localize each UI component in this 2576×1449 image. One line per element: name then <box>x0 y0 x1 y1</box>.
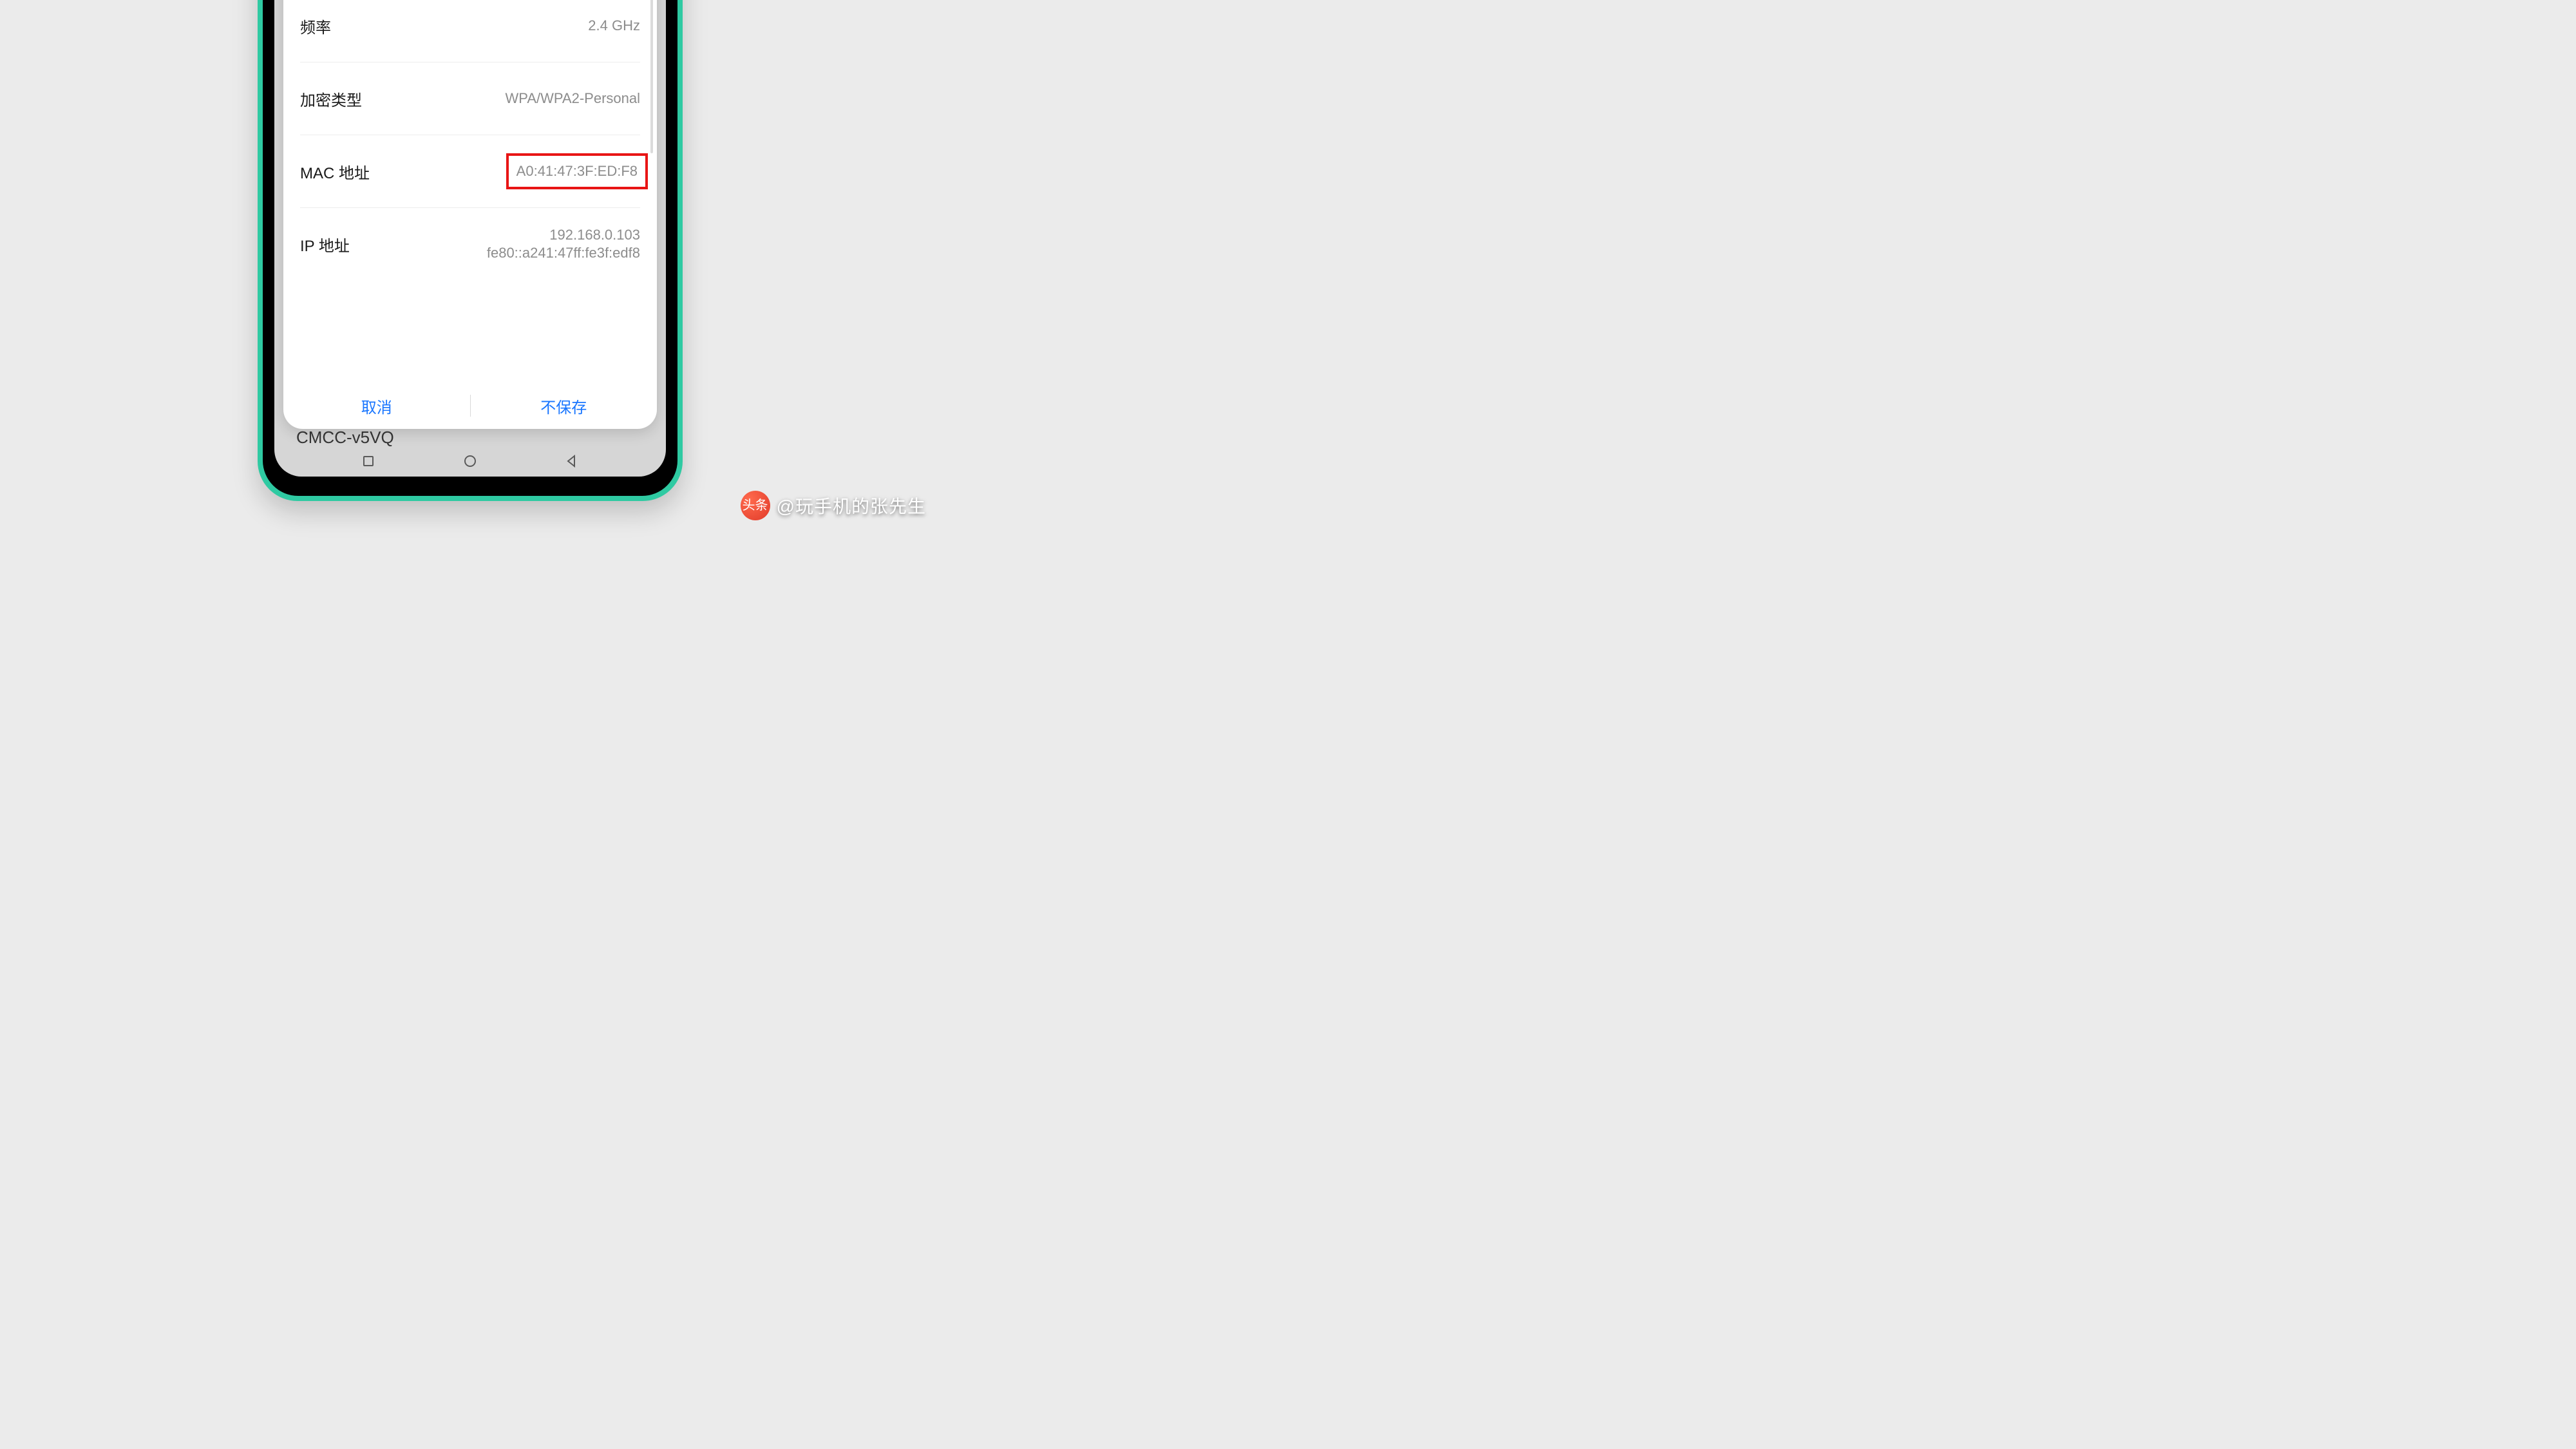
watermark-badge-icon: 头条 <box>741 491 770 520</box>
phone-screen: CMCC-v5VQ 信号强度 强 连接速度 135 Mbps <box>274 0 666 477</box>
watermark-text: @玩手机的张先生 <box>777 493 926 518</box>
label-ip-address: IP 地址 <box>300 233 350 256</box>
row-encryption: 加密类型 WPA/WPA2-Personal <box>300 62 640 135</box>
value-ip-address: 192.168.0.103 fe80::a241:47ff:fe3f:edf8 <box>487 227 640 261</box>
phone-bezel: CMCC-v5VQ 信号强度 强 连接速度 135 Mbps <box>263 0 677 496</box>
wifi-details-dialog: 信号强度 强 连接速度 135 Mbps 频率 2.4 GHz 加密类 <box>283 0 657 429</box>
label-frequency: 频率 <box>300 15 331 37</box>
value-ip-v6: fe80::a241:47ff:fe3f:edf8 <box>487 245 640 261</box>
row-frequency: 频率 2.4 GHz <box>300 0 640 62</box>
phone-frame: CMCC-v5VQ 信号强度 强 连接速度 135 Mbps <box>258 0 683 501</box>
home-icon[interactable] <box>462 453 478 469</box>
watermark: 头条 @玩手机的张先生 <box>741 491 926 520</box>
label-mac-address: MAC 地址 <box>300 160 370 183</box>
cancel-button[interactable]: 取消 <box>283 395 470 417</box>
forget-button[interactable]: 不保存 <box>471 395 658 417</box>
scrollbar[interactable] <box>650 0 653 153</box>
value-encryption: WPA/WPA2-Personal <box>506 90 640 107</box>
background-wifi-item: CMCC-v5VQ <box>296 428 394 448</box>
value-mac-address: A0:41:47:3F:ED:F8 <box>506 153 648 189</box>
row-ip-address: IP 地址 192.168.0.103 fe80::a241:47ff:fe3f… <box>300 208 640 280</box>
label-encryption: 加密类型 <box>300 88 362 110</box>
details-list: 信号强度 强 连接速度 135 Mbps 频率 2.4 GHz 加密类 <box>283 0 657 383</box>
android-navbar <box>274 446 666 477</box>
value-ip-v4: 192.168.0.103 <box>549 227 640 243</box>
recent-apps-icon[interactable] <box>361 453 376 469</box>
dialog-actions: 取消 不保存 <box>283 383 657 429</box>
row-mac-address: MAC 地址 A0:41:47:3F:ED:F8 <box>300 135 640 208</box>
value-frequency: 2.4 GHz <box>588 17 640 34</box>
back-icon[interactable] <box>564 453 580 469</box>
